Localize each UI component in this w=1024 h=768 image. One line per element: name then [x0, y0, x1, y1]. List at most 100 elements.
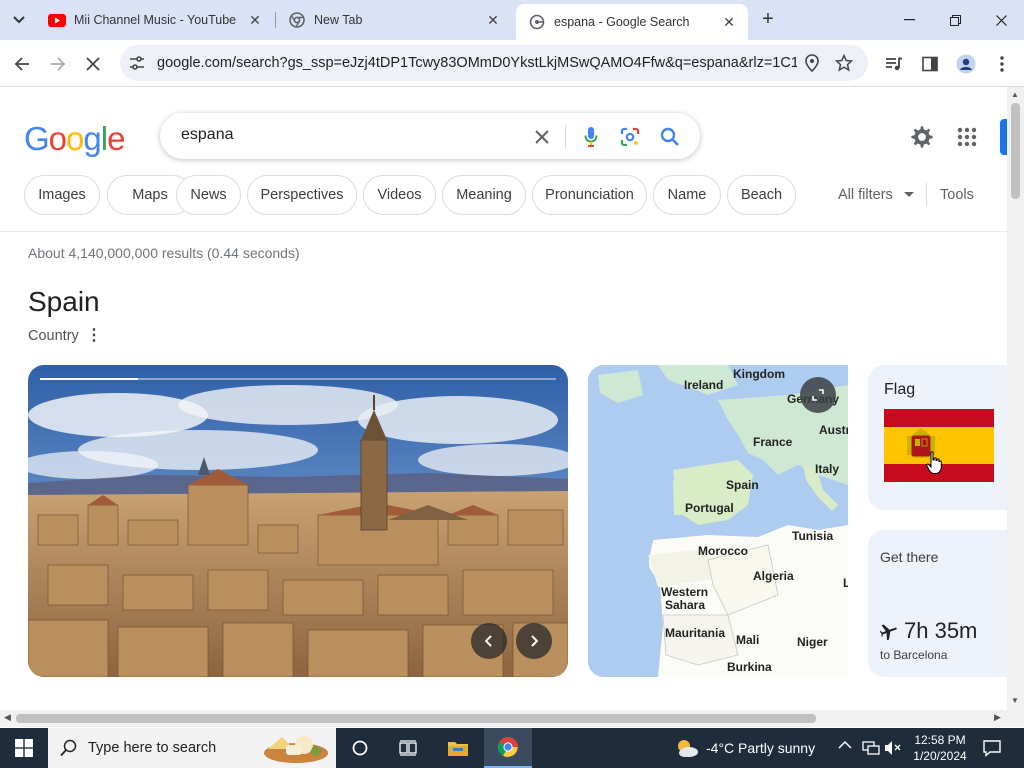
site-settings-icon[interactable]	[128, 54, 146, 72]
flag-card[interactable]: Flag	[868, 365, 1007, 510]
horizontal-scroll-thumb[interactable]	[16, 714, 816, 723]
map-label: Tunisia	[792, 529, 834, 543]
scroll-down-icon[interactable]: ▼	[1011, 696, 1019, 705]
more-vert-icon	[1000, 56, 1004, 72]
carousel-next-button[interactable]	[516, 623, 552, 659]
get-there-card[interactable]: Get there 7h 35m to Barcelona	[868, 530, 1007, 677]
minimize-icon	[903, 19, 915, 21]
map-label: Sahara	[665, 598, 706, 612]
chrome-menu-button[interactable]	[988, 50, 1016, 78]
cortana-button[interactable]	[336, 728, 384, 768]
results-stats: About 4,140,000,000 results (0.44 second…	[28, 245, 300, 261]
more-options-icon[interactable]: ⋮	[86, 325, 102, 345]
google-logo[interactable]: Google	[24, 120, 125, 158]
travel-time: 7h 35m	[880, 618, 977, 644]
tab-search-button[interactable]	[7, 9, 31, 31]
search-input[interactable]: espana	[181, 126, 234, 144]
restore-button[interactable]	[932, 0, 978, 40]
map-expand-button[interactable]	[800, 377, 836, 413]
search-highlight-image	[264, 736, 328, 763]
search-icon[interactable]	[659, 126, 681, 148]
chip-videos[interactable]: Videos	[363, 175, 436, 215]
close-icon[interactable]: ✕	[484, 11, 502, 29]
chevron-up-icon[interactable]	[838, 738, 852, 753]
forward-button[interactable]	[44, 50, 72, 78]
chip-meaning[interactable]: Meaning	[442, 175, 526, 215]
close-icon	[995, 14, 1007, 26]
destination-label: to Barcelona	[880, 648, 948, 662]
scroll-right-icon[interactable]: ▶	[994, 712, 1001, 723]
weather-text[interactable]: -4°C Partly sunny	[706, 740, 815, 756]
search-box[interactable]: espana	[160, 113, 700, 159]
chip-beach[interactable]: Beach	[727, 175, 796, 215]
taskbar-search-box[interactable]: Type here to search	[48, 728, 336, 768]
tab-youtube[interactable]: Mii Channel Music - YouTube ✕	[36, 4, 274, 36]
map-label: Spain	[726, 478, 759, 492]
location-pin-icon[interactable]	[802, 53, 822, 73]
sign-in-button[interactable]	[1000, 119, 1007, 155]
scroll-left-icon[interactable]: ◀	[4, 712, 11, 723]
taskbar-search-placeholder: Type here to search	[88, 740, 217, 756]
google-icon	[528, 13, 546, 31]
stop-loading-button[interactable]	[79, 50, 107, 78]
minimize-button[interactable]	[886, 0, 932, 40]
cortana-icon	[352, 740, 368, 756]
carousel-prev-button[interactable]	[471, 623, 507, 659]
all-filters-label: All filters	[838, 187, 893, 203]
profile-button[interactable]	[952, 50, 980, 78]
settings-gear-icon[interactable]	[909, 124, 935, 150]
close-icon[interactable]: ✕	[246, 11, 264, 29]
map-label: Kingdom	[733, 367, 785, 381]
bookmark-star-icon[interactable]	[834, 53, 854, 73]
arrow-left-icon	[14, 57, 29, 71]
spain-photo[interactable]	[28, 365, 568, 677]
scroll-up-icon[interactable]: ▲	[1011, 90, 1019, 99]
chip-pronunciation[interactable]: Pronunciation	[532, 175, 647, 215]
chip-news[interactable]: News	[176, 175, 241, 215]
map-label: Niger	[797, 635, 828, 649]
weather-partly-sunny-icon[interactable]	[674, 737, 700, 759]
back-button[interactable]	[8, 50, 36, 78]
youtube-icon	[48, 11, 66, 29]
map-label: France	[753, 435, 793, 449]
vertical-scroll-thumb[interactable]	[1011, 103, 1020, 199]
close-icon[interactable]: ✕	[720, 13, 738, 31]
close-window-button[interactable]	[978, 0, 1024, 40]
new-tab-button[interactable]: +	[757, 9, 779, 31]
media-control-button[interactable]	[880, 50, 908, 78]
all-filters-button[interactable]: All filters	[838, 187, 914, 203]
notifications-button[interactable]	[970, 728, 1014, 768]
tab-new-tab[interactable]: New Tab ✕	[276, 4, 512, 36]
chip-images[interactable]: Images	[24, 175, 100, 215]
url-text[interactable]: google.com/search?gs_ssp=eJzj4tDP1Tcwy83…	[157, 55, 797, 71]
music-queue-icon	[886, 57, 903, 71]
microphone-icon[interactable]	[580, 126, 602, 148]
knowledge-panel-subtitle: Country	[28, 328, 79, 344]
map-card[interactable]: Kingdom Ireland Germany France Austr Ita…	[588, 365, 848, 677]
folder-icon	[448, 742, 468, 756]
tab-google-search[interactable]: espana - Google Search ✕	[516, 4, 748, 40]
clock-date: 1/20/2024	[913, 749, 967, 763]
network-icon[interactable]	[862, 740, 880, 756]
tab-title: Mii Channel Music - YouTube	[74, 13, 237, 27]
start-button[interactable]	[0, 728, 48, 768]
google-lens-icon[interactable]	[619, 126, 641, 148]
horizontal-scrollbar[interactable]: ◀ ▶	[0, 710, 1024, 727]
task-view-button[interactable]	[384, 728, 432, 768]
chip-name[interactable]: Name	[653, 175, 721, 215]
travel-time-value: 7h 35m	[904, 618, 978, 643]
tools-button[interactable]: Tools	[940, 187, 974, 203]
browser-toolbar: google.com/search?gs_ssp=eJzj4tDP1Tcwy83…	[0, 40, 1024, 87]
chip-perspectives[interactable]: Perspectives	[247, 175, 357, 215]
map-label: Italy	[815, 462, 840, 476]
vertical-scrollbar[interactable]: ▲ ▼	[1007, 87, 1024, 710]
side-panel-button[interactable]	[916, 50, 944, 78]
google-apps-icon[interactable]	[957, 127, 977, 147]
taskbar-clock[interactable]: 12:58 PM 1/20/2024	[900, 732, 980, 764]
chrome-icon	[288, 11, 306, 29]
file-explorer-button[interactable]	[434, 728, 482, 768]
chrome-taskbar-button[interactable]	[484, 728, 532, 768]
clear-search-icon[interactable]	[531, 126, 553, 148]
address-bar[interactable]: google.com/search?gs_ssp=eJzj4tDP1Tcwy83…	[120, 45, 868, 81]
search-icon	[60, 739, 77, 757]
